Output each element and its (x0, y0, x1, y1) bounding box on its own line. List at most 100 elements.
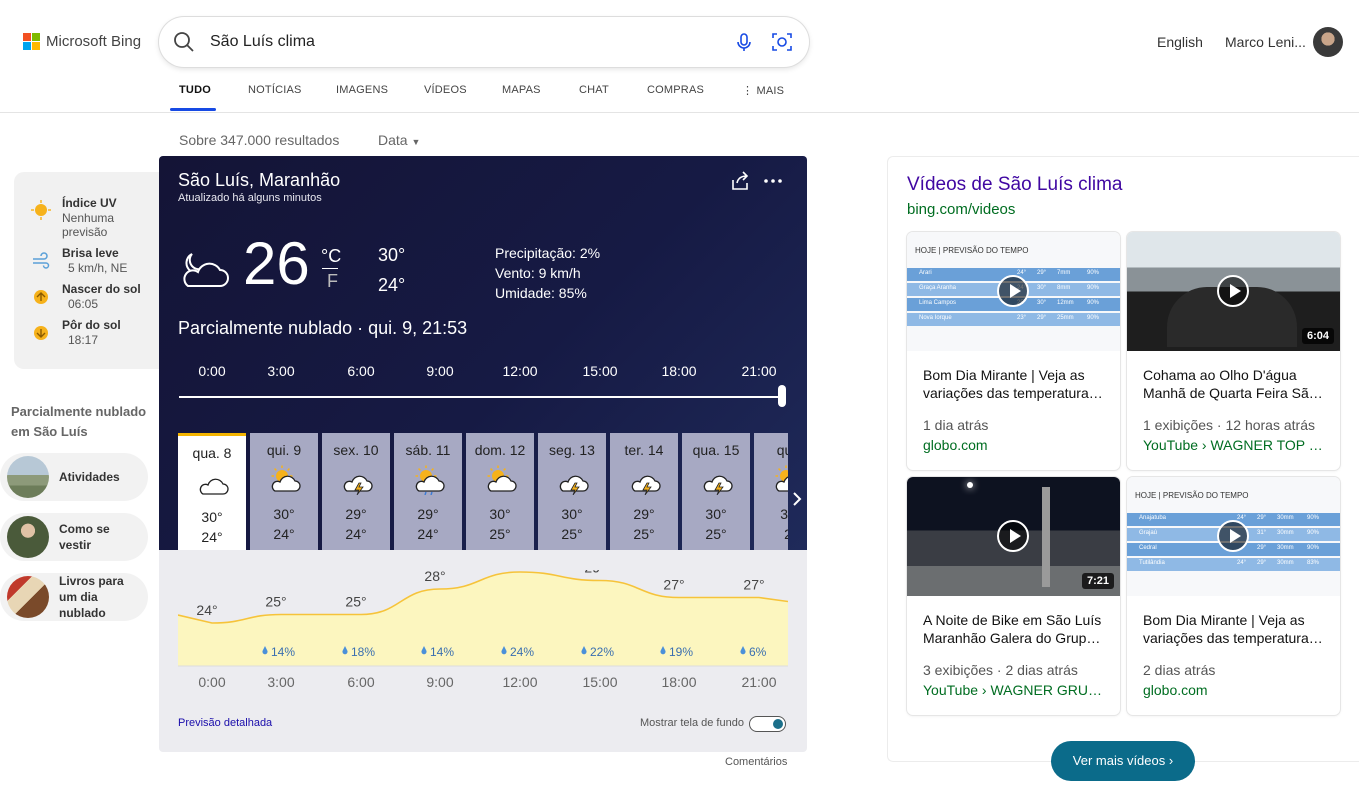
videos-title[interactable]: Vídeos de São Luís clima (907, 174, 1122, 196)
play-icon[interactable] (997, 275, 1029, 307)
info-title: Índice UV (62, 196, 117, 210)
visual-search-icon[interactable] (771, 31, 793, 53)
thunderstorm-icon (343, 475, 373, 495)
unit-fahrenheit[interactable]: F (327, 271, 338, 292)
search-box[interactable]: São Luís clima (159, 17, 809, 67)
active-tab-indicator (170, 108, 216, 111)
unit-celsius[interactable]: °C (321, 246, 341, 267)
video-card[interactable]: 7:21 A Noite de Bike em São Luís Maranhão… (907, 477, 1120, 715)
video-card[interactable]: 6:04 Cohama ao Olho D'água Manhã de Quart… (1127, 232, 1340, 470)
video-thumbnail[interactable]: HOJE | PREVISÃO DO TEMPO Anajatuba 24° 29° 3… (1127, 477, 1340, 596)
table-cell: 29° (1257, 545, 1267, 551)
timeline-slider-handle[interactable] (778, 385, 786, 407)
video-thumbnail[interactable]: 7:21 (907, 477, 1120, 596)
day-high: 29° (345, 506, 367, 522)
table-cell: 30mm (1277, 515, 1294, 521)
day-name: sex. 10 (333, 442, 379, 458)
avatar[interactable] (1313, 27, 1343, 57)
day-tile[interactable]: sáb. 11 29° 24° (394, 433, 462, 550)
more-options-icon[interactable] (762, 170, 784, 192)
play-icon[interactable] (1217, 275, 1249, 307)
tab-imagens[interactable]: IMAGENS (336, 84, 388, 96)
comments-link[interactable]: Comentários (725, 756, 787, 768)
video-meta: 1 exibições · 12 horas atrás (1143, 417, 1315, 433)
language-link[interactable]: English (1157, 34, 1203, 50)
thunderstorm-icon (631, 475, 661, 495)
table-cell: Anajatuba (1139, 515, 1167, 521)
day-tile[interactable]: sex. 10 29° 24° (322, 433, 390, 550)
video-meta: 2 dias atrás (1143, 662, 1216, 678)
date-filter[interactable]: Data ▼ (378, 132, 420, 148)
detailed-forecast-link[interactable]: Previsão detalhada (178, 717, 272, 729)
background-toggle-label: Mostrar tela de fundo (640, 717, 744, 729)
tab-chat[interactable]: CHAT (579, 84, 609, 96)
timeline-label: 0:00 (198, 363, 226, 379)
video-thumbnail[interactable]: HOJE | PREVISÃO DO TEMPO Arari 24° 29° 7mm 90… (907, 232, 1120, 351)
logo-text: Microsoft Bing (46, 33, 142, 50)
day-tile[interactable]: seg. 13 30° 25° (538, 433, 606, 550)
tab-noticias[interactable]: NOTÍCIAS (248, 84, 302, 96)
timeline-slider-track[interactable] (179, 396, 786, 398)
microphone-icon[interactable] (733, 31, 755, 53)
temp-label: 25° (265, 594, 286, 610)
info-title: Pôr do sol (62, 318, 121, 332)
day-tile[interactable]: qua. 8 30° 24° (178, 433, 246, 550)
tab-mais[interactable]: ⋮ MAIS (742, 84, 784, 97)
day-tile[interactable]: qui. 31 2 (754, 433, 788, 550)
user-name[interactable]: Marco Leni... (1225, 34, 1306, 50)
today-low: 24° (378, 275, 406, 295)
precipitation: Precipitação: 2% (495, 245, 601, 261)
day-low: 25° (561, 526, 583, 542)
tab-compras[interactable]: COMPRAS (647, 84, 704, 96)
day-high: 30° (201, 509, 223, 525)
video-thumbnail[interactable]: 6:04 (1127, 232, 1340, 351)
related-books[interactable]: Livros para um dia nublado (0, 573, 148, 621)
sunrise-icon (34, 290, 48, 304)
videos-source[interactable]: bing.com/videos (907, 201, 1015, 218)
current-temperature: 26 (243, 230, 310, 297)
timeline-label: 3:00 (267, 363, 295, 379)
day-tile[interactable]: qua. 15 30° 25° (682, 433, 750, 550)
more-videos-button[interactable]: Ver mais vídeos › (1051, 741, 1195, 781)
sun-rain-icon (415, 465, 445, 495)
table-cell: 29° (1037, 270, 1047, 276)
weather-location[interactable]: São Luís, Maranhão (178, 170, 340, 191)
day-tile[interactable]: ter. 14 29° 25° (610, 433, 678, 550)
tab-videos[interactable]: VÍDEOS (424, 84, 467, 96)
related-activities[interactable]: Atividades (0, 453, 148, 501)
timeline-label: 18:00 (661, 363, 697, 379)
day-high: 30° (561, 506, 583, 522)
background-toggle[interactable] (749, 716, 786, 732)
related-what-to-wear[interactable]: Como se vestir (0, 513, 148, 561)
table-cell: 7mm (1057, 270, 1071, 276)
table-cell: 30° (1037, 300, 1047, 306)
play-icon[interactable] (1217, 520, 1249, 552)
tab-tudo[interactable]: TUDO (179, 84, 211, 96)
day-name: qua. 8 (192, 445, 232, 461)
table-cell: 90% (1307, 530, 1320, 536)
video-meta: 3 exibições · 2 dias atrás (923, 662, 1078, 678)
table-cell: 90% (1087, 300, 1100, 306)
day-tile[interactable]: dom. 12 30° 25° (466, 433, 534, 550)
table-cell: 8mm (1057, 285, 1071, 291)
play-icon[interactable] (997, 520, 1029, 552)
video-title-line: variações das temperatura… (1143, 630, 1323, 646)
timeline-label: 15:00 (582, 363, 618, 379)
search-input[interactable]: São Luís clima (210, 33, 315, 51)
day-name: sáb. 11 (405, 442, 451, 458)
video-card[interactable]: HOJE | PREVISÃO DO TEMPO Anajatuba 24° 29° 3… (1127, 477, 1340, 715)
share-icon[interactable] (729, 170, 751, 192)
day-name: qui. 9 (266, 442, 302, 458)
table-cell: 83% (1307, 560, 1320, 566)
chevron-right-icon[interactable] (787, 489, 807, 509)
table-cell: 12mm (1057, 300, 1074, 306)
video-card[interactable]: HOJE | PREVISÃO DO TEMPO Arari 24° 29° 7mm 90… (907, 232, 1120, 470)
wind: Vento: 9 km/h (495, 265, 581, 281)
search-icon[interactable] (173, 31, 195, 53)
bing-logo[interactable]: Microsoft Bing (23, 33, 141, 50)
info-value: 5 km/h, NE (68, 261, 128, 275)
tab-mapas[interactable]: MAPAS (502, 84, 541, 96)
day-tile[interactable]: qui. 9 30° 24° (250, 433, 318, 550)
info-value: 18:17 (68, 333, 99, 347)
day-low: 24° (201, 529, 223, 545)
